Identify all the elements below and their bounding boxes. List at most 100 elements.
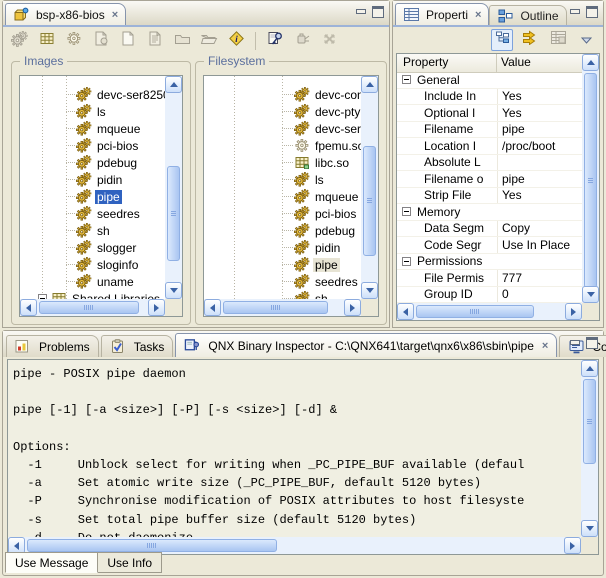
tree-item-sh[interactable]: sh xyxy=(20,222,165,239)
column-value[interactable]: Value xyxy=(497,54,582,72)
expander-minus-icon[interactable] xyxy=(402,207,411,216)
property-label: Location I xyxy=(397,139,497,153)
close-icon[interactable]: × xyxy=(542,340,548,352)
images-vertical-scrollbar[interactable] xyxy=(165,76,182,299)
usage-text[interactable]: pipe - POSIX pipe daemon pipe [-1] [-a <… xyxy=(13,365,580,537)
properties-horizontal-scrollbar[interactable] xyxy=(397,303,582,320)
properties-table-body: GeneralInclude InYesOptional IYesFilenam… xyxy=(397,72,582,303)
images-treebox: devc-ser8250 ls mqueue pci-bios pdebug p… xyxy=(19,75,183,317)
expander-minus-icon[interactable] xyxy=(402,75,411,84)
inspector-vertical-scrollbar[interactable] xyxy=(581,360,598,537)
column-property[interactable]: Property xyxy=(397,54,497,72)
category-label: General xyxy=(417,73,460,87)
property-row-file-permis[interactable]: File Permis777 xyxy=(397,270,582,287)
editor-toolbar: i xyxy=(9,27,387,55)
property-row-memory[interactable]: Memory xyxy=(397,204,582,221)
filesystem-horizontal-scrollbar[interactable] xyxy=(204,299,361,316)
library-icon xyxy=(51,292,67,299)
tree-item-pidin[interactable]: pidin xyxy=(20,171,165,188)
minimize-icon[interactable] xyxy=(356,8,365,17)
property-row-code-segr[interactable]: Code SegrUse In Place xyxy=(397,237,582,254)
tree-item-pdebug[interactable]: pdebug xyxy=(20,154,165,171)
gear-icon xyxy=(76,206,92,221)
usage-text-line: -a Set atomic write size (_PC_PIPE_BUF, … xyxy=(13,474,580,492)
property-row-include-in[interactable]: Include InYes xyxy=(397,89,582,106)
tree-item-label: devc-ser82 xyxy=(313,122,361,136)
tab-bsp-x86-bios[interactable]: bsp-x86-bios × xyxy=(5,3,126,25)
tree-item-pipe[interactable]: pipe xyxy=(204,256,361,273)
import-item-button xyxy=(90,30,112,52)
tab-label: Problems xyxy=(39,340,90,354)
images-group-label: Images xyxy=(20,54,67,68)
show-categories-button[interactable] xyxy=(491,29,513,51)
tree-item-devc-ser82[interactable]: devc-ser82 xyxy=(204,120,361,137)
inspector-icon xyxy=(184,338,200,353)
maximize-icon[interactable] xyxy=(372,6,384,18)
tree-item-sh[interactable]: sh xyxy=(204,290,361,299)
tree-item-sloginfo[interactable]: sloginfo xyxy=(20,256,165,273)
gear-icon xyxy=(76,104,92,119)
images-horizontal-scrollbar[interactable] xyxy=(20,299,165,316)
tree-item-devc-ser8250[interactable]: devc-ser8250 xyxy=(20,86,165,103)
minimize-icon[interactable] xyxy=(570,8,579,17)
tree-item-pidin[interactable]: pidin xyxy=(204,239,361,256)
property-row-group-id[interactable]: Group ID0 xyxy=(397,287,582,304)
show-advanced-button[interactable] xyxy=(519,29,541,51)
gear-icon xyxy=(76,223,92,238)
tree-item-label: pidin xyxy=(95,173,124,187)
usage-text-line: Options: xyxy=(13,438,580,456)
property-row-absolute-l[interactable]: Absolute L xyxy=(397,155,582,172)
tree-item-slogger[interactable]: slogger xyxy=(20,239,165,256)
tab-use-message[interactable]: Use Message xyxy=(5,552,98,573)
tree-item-fpemu-so-2[interactable]: fpemu.so.2 xyxy=(204,137,361,154)
property-row-strip-file[interactable]: Strip FileYes xyxy=(397,188,582,205)
tab-tasks[interactable]: Tasks xyxy=(101,335,174,357)
tree-item-pdebug[interactable]: pdebug xyxy=(204,222,361,239)
tree-item-uname[interactable]: uname xyxy=(20,273,165,290)
expander-minus-icon[interactable] xyxy=(402,257,411,266)
tree-item-devc-pty[interactable]: devc-pty xyxy=(204,103,361,120)
property-row-permissions[interactable]: Permissions xyxy=(397,254,582,271)
properties-info-button[interactable]: i xyxy=(225,30,247,52)
tree-item-seedres[interactable]: seedres xyxy=(204,273,361,290)
properties-table-header[interactable]: Property Value xyxy=(397,54,582,73)
tab-properties[interactable]: Properti × xyxy=(395,3,489,25)
tree-item-pipe[interactable]: pipe xyxy=(20,188,165,205)
property-row-optional-i[interactable]: Optional IYes xyxy=(397,105,582,122)
property-row-data-segm[interactable]: Data SegmCopy xyxy=(397,221,582,238)
tree-item-pci-bios[interactable]: pci-bios xyxy=(20,137,165,154)
property-row-filename-o[interactable]: Filename opipe xyxy=(397,171,582,188)
minimize-icon[interactable] xyxy=(570,339,579,348)
properties-vertical-scrollbar[interactable] xyxy=(582,54,599,303)
tree-item-ls[interactable]: ls xyxy=(20,103,165,120)
tree-item-label: mqueue xyxy=(313,190,360,204)
tab-outline[interactable]: Outline xyxy=(489,5,566,25)
property-row-location-i[interactable]: Location I/proc/boot xyxy=(397,138,582,155)
tree-item-devc-con[interactable]: devc-con xyxy=(204,86,361,103)
tab-problems[interactable]: Problems xyxy=(6,335,99,357)
filesystem-vertical-scrollbar[interactable] xyxy=(361,76,378,299)
maximize-icon[interactable] xyxy=(586,337,598,349)
close-icon[interactable]: × xyxy=(112,9,118,21)
usage-text-line: -d Do not daemonize xyxy=(13,529,580,537)
add-binary-button xyxy=(9,30,31,52)
properties-icon xyxy=(403,8,419,21)
tree-item-mqueue[interactable]: mqueue xyxy=(204,188,361,205)
tab-use-info[interactable]: Use Info xyxy=(98,552,162,573)
binary-inspector-button[interactable] xyxy=(264,30,286,52)
tree-item-libc-so[interactable]: libc.so xyxy=(204,154,361,171)
tree-item-seedres[interactable]: seedres xyxy=(20,205,165,222)
maximize-icon[interactable] xyxy=(586,6,598,18)
tree-item-ls[interactable]: ls xyxy=(204,171,361,188)
property-row-filename[interactable]: Filenamepipe xyxy=(397,122,582,139)
tree-item-mqueue[interactable]: mqueue xyxy=(20,120,165,137)
tree-item-label: pci-bios xyxy=(95,139,140,153)
close-icon[interactable]: × xyxy=(475,9,481,21)
gear-icon xyxy=(294,291,310,299)
tree-item-label: devc-con xyxy=(313,88,361,102)
tab-qnx-binary-inspector-c-qnx641-target-qnx[interactable]: QNX Binary Inspector - C:\QNX641\target\… xyxy=(175,333,557,357)
view-menu-button[interactable] xyxy=(575,29,597,51)
tree-item-shared-libraries[interactable]: Shared Libraries xyxy=(20,290,165,299)
property-row-general[interactable]: General xyxy=(397,72,582,89)
tree-item-pci-bios[interactable]: pci-bios xyxy=(204,205,361,222)
